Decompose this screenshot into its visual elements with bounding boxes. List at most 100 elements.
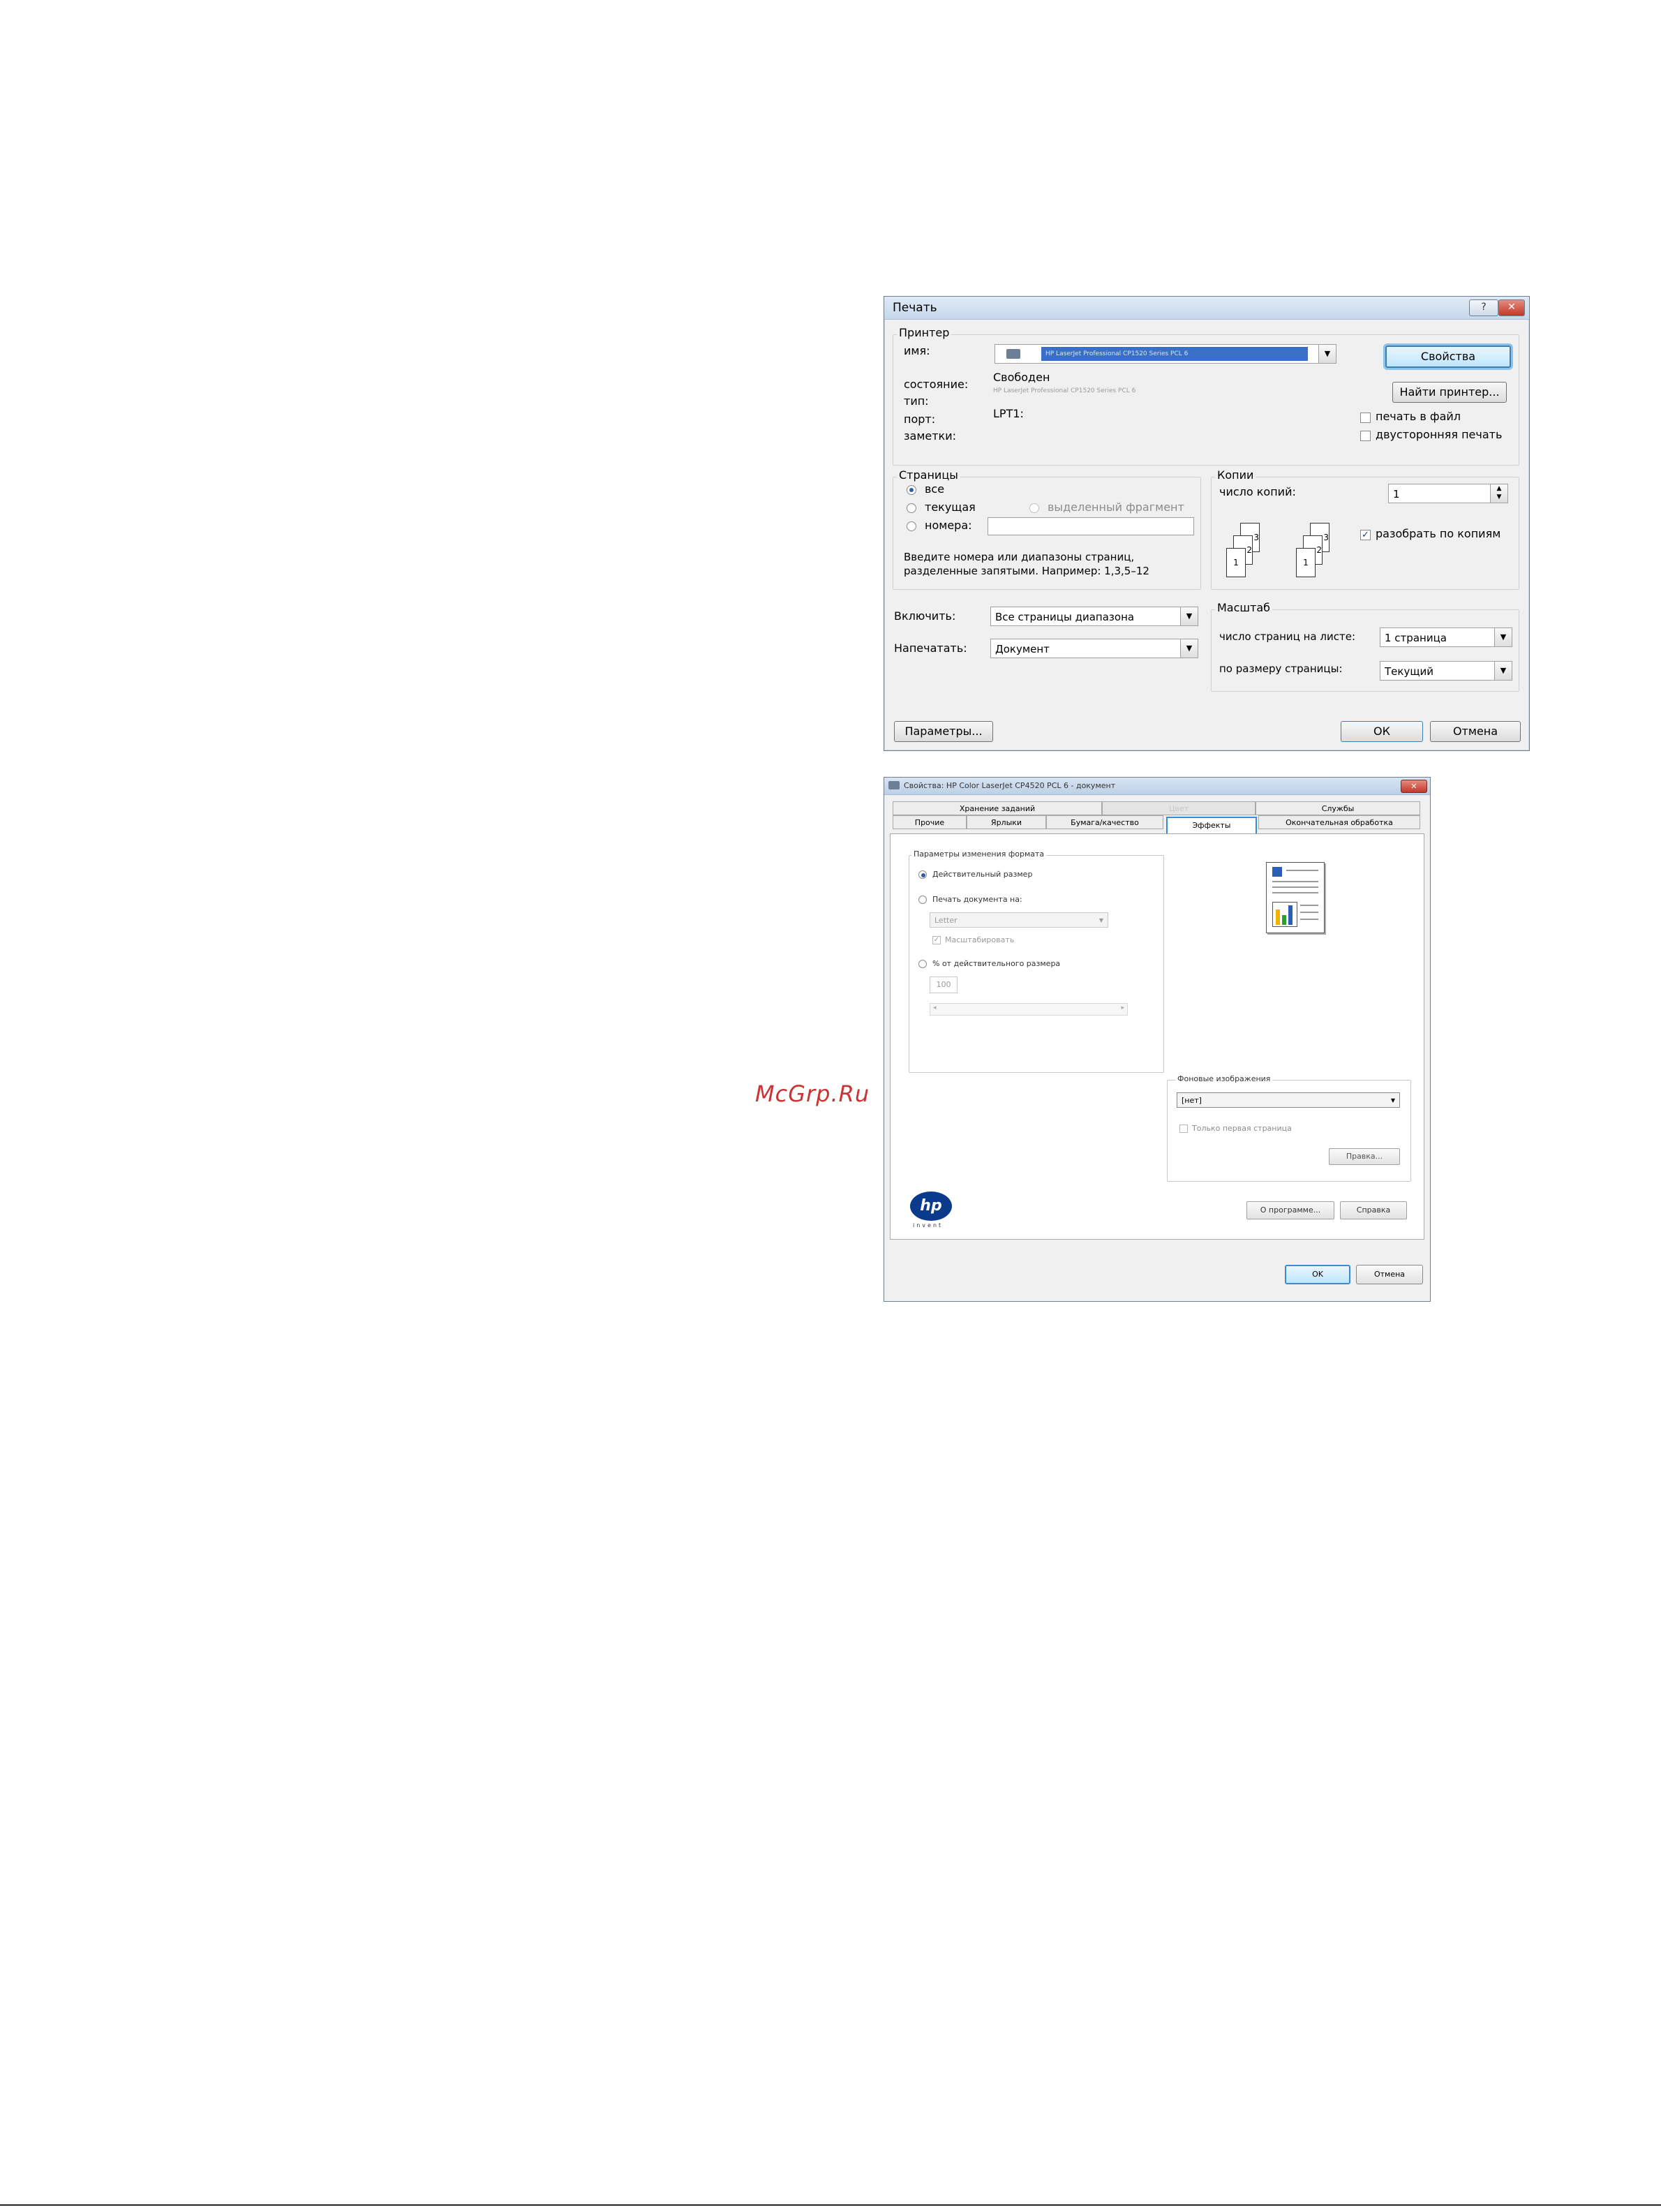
scale-to-fit-checkbox[interactable]: ✓ [932,936,941,944]
resize-group-label: Параметры изменения формата [911,849,1047,859]
preview-line [1272,881,1318,882]
scale-to-select[interactable]: Текущий ▼ [1380,661,1512,681]
page-range-input[interactable] [988,517,1194,535]
printer-name-value: HP LaserJet Professional CP1520 Series P… [1041,347,1308,361]
include-select[interactable]: Все страницы диапазона ▼ [990,607,1198,626]
copies-count-value: 1 [1393,488,1400,500]
preview-bar [1288,905,1293,925]
pages-hint-line1: Введите номера или диапазоны страниц, [904,551,1135,563]
about-button[interactable]: О программе... [1246,1201,1334,1219]
chevron-down-icon: ▼ [1494,662,1512,680]
chevron-down-icon: ▼ [1318,345,1336,363]
document-preview-icon [1266,862,1325,933]
watermark-select[interactable]: [нет] ▼ [1177,1092,1400,1108]
preview-line [1272,892,1318,893]
first-page-only-checkbox[interactable] [1179,1124,1188,1133]
print-on-radio[interactable] [918,896,927,904]
port-value: LPT1: [993,407,1024,420]
pages-selection-radio[interactable] [1029,503,1039,513]
paper-size-value: Letter [934,916,958,925]
tab-shortcuts[interactable]: Ярлыки [967,815,1046,829]
actual-size-radio[interactable] [918,870,927,879]
chevron-down-icon: ▼ [1494,628,1512,646]
print-on-label: Печать документа на: [932,895,1022,904]
ok-button[interactable]: ОК [1341,721,1423,742]
tab-color[interactable]: Цвет [1102,801,1256,815]
scale-to-label: по размеру страницы: [1219,662,1343,675]
printer-group-label: Принтер [897,326,952,339]
pages-per-sheet-select[interactable]: 1 страница ▼ [1380,628,1512,647]
ok-button[interactable]: OK [1285,1265,1350,1284]
help-button[interactable]: Справка [1340,1201,1407,1219]
pages-current-radio[interactable] [907,503,916,513]
percent-radio[interactable] [918,960,927,968]
tab-finishing[interactable]: Окончательная обработка [1258,815,1420,829]
help-button[interactable]: ? [1469,299,1498,316]
print-what-select[interactable]: Документ ▼ [990,639,1198,658]
tab-services[interactable]: Службы [1256,801,1420,815]
actual-size-label: Действительный размер [932,870,1033,879]
notes-label: заметки: [904,429,956,443]
collate-checkbox[interactable]: ✓ [1360,530,1371,540]
zoom-group-label: Масштаб [1215,601,1273,614]
properties-title: Свойства: HP Color LaserJet CP4520 PCL 6… [904,781,1116,790]
percent-input[interactable]: 100 [930,977,958,993]
tab-job-storage[interactable]: Хранение заданий [893,801,1102,815]
collate-label: разобрать по копиям [1376,527,1501,540]
printer-name-label: имя: [904,344,930,357]
printer-icon [1006,349,1020,359]
port-label: порт: [904,413,936,426]
properties-button[interactable]: Свойства [1385,346,1511,368]
tab-effects[interactable]: Эффекты [1166,817,1257,835]
preview-line [1300,919,1318,920]
paper-size-select[interactable]: Letter ▼ [930,912,1108,928]
pages-current-label: текущая [925,500,976,514]
pages-all-radio[interactable] [907,485,916,495]
status-label: состояние: [904,378,969,391]
effects-panel: Параметры изменения формата Действительн… [890,833,1424,1240]
print-what-label: Напечатать: [894,641,967,655]
pages-all-label: все [925,482,945,496]
preview-line [1272,886,1318,888]
options-button[interactable]: Параметры... [894,721,993,742]
print-dialog-title: Печать [893,301,937,315]
pages-per-sheet-value: 1 страница [1385,632,1447,644]
copies-count-label: число копий: [1219,485,1296,498]
find-printer-button[interactable]: Найти принтер... [1392,382,1507,403]
first-page-only-label: Только первая страница [1192,1124,1292,1133]
footer-rule [0,2204,1661,2206]
scale-to-fit-label: Масштабировать [945,935,1015,944]
pages-selection-label: выделенный фрагмент [1048,500,1184,514]
include-label: Включить: [894,609,956,623]
watermark-value: [нет] [1182,1096,1202,1105]
chevron-down-icon: ▼ [1180,639,1198,658]
close-button[interactable]: ✕ [1498,299,1525,316]
printer-icon [888,781,900,789]
spinner-icon[interactable]: ▲ ▼ [1490,484,1507,503]
hp-logo-icon: hp [910,1192,952,1221]
duplex-checkbox[interactable] [1360,431,1371,441]
preview-bar [1276,910,1280,925]
tab-other[interactable]: Прочие [893,815,967,829]
preview-logo-icon [1272,867,1282,877]
page-1-icon: 1 [1226,548,1246,577]
cancel-button[interactable]: Отмена [1356,1265,1423,1284]
chevron-down-icon: ▼ [1390,1097,1395,1104]
edit-watermark-button[interactable]: Правка... [1329,1148,1400,1165]
percent-label: % от действительного размера [932,959,1061,968]
tab-paper-quality[interactable]: Бумага/качество [1046,815,1163,829]
printer-name-select[interactable]: HP LaserJet Professional CP1520 Series P… [995,344,1336,364]
pages-range-label: номера: [925,519,972,532]
status-value: Свободен [993,371,1050,384]
cancel-button[interactable]: Отмена [1430,721,1521,742]
print-to-file-checkbox[interactable] [1360,413,1371,423]
scroll-left-icon[interactable]: ◂ [933,1004,937,1011]
scale-to-value: Текущий [1385,665,1433,678]
close-button[interactable]: ✕ [1401,780,1427,793]
percent-slider[interactable]: ◂ ▸ [930,1003,1128,1016]
hp-logo-tagline: invent [913,1222,944,1229]
pages-range-radio[interactable] [907,521,916,531]
duplex-label: двусторонняя печать [1376,428,1503,441]
copies-count-input[interactable]: 1 ▲ ▼ [1388,484,1508,503]
scroll-right-icon[interactable]: ▸ [1121,1004,1124,1011]
